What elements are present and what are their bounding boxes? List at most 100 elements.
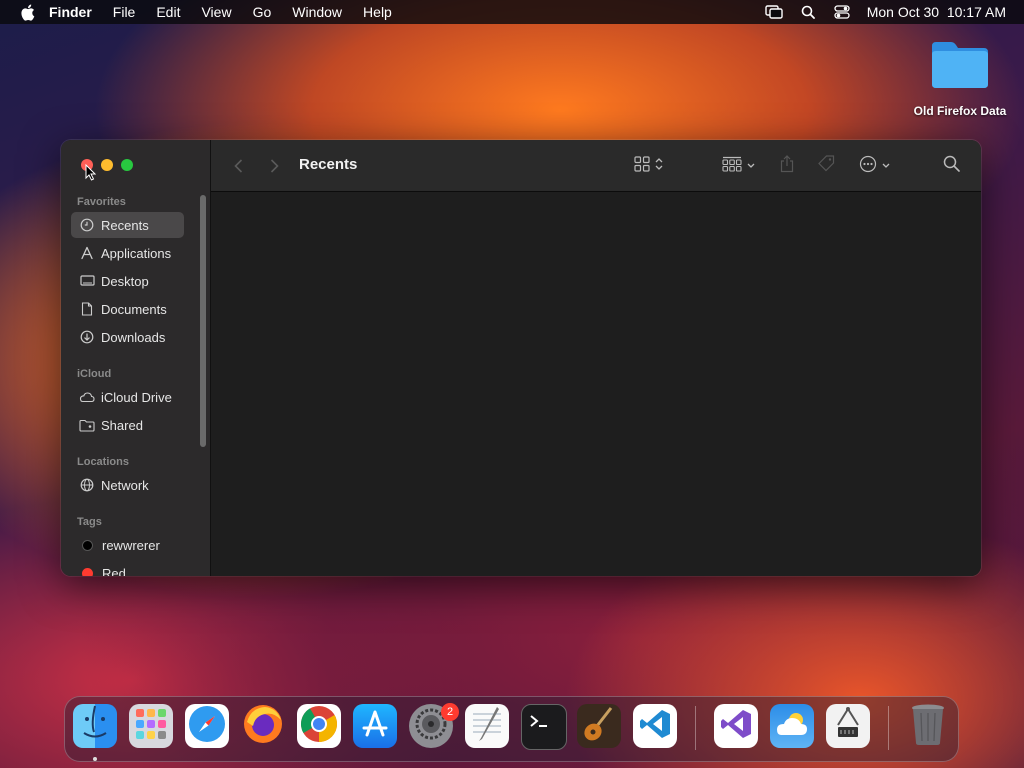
tag-color-dot xyxy=(82,539,93,551)
sidebar-item-tag-red[interactable]: Red xyxy=(71,560,184,576)
guitar-icon xyxy=(579,704,619,748)
sidebar-item-label: Documents xyxy=(101,301,167,317)
sidebar-item-desktop[interactable]: Desktop xyxy=(71,268,184,294)
grid-view-icon xyxy=(634,155,650,177)
apple-menu-icon[interactable] xyxy=(17,2,37,22)
weather-cloud-icon xyxy=(773,709,811,744)
dock-app-textedit[interactable] xyxy=(465,704,509,748)
dock-separator xyxy=(695,706,696,750)
maximize-window-button[interactable] xyxy=(121,159,133,171)
clock-icon xyxy=(79,217,95,233)
sidebar-item-shared[interactable]: Shared xyxy=(71,412,184,438)
menu-bar: Finder File Edit View Go Window Help Mon… xyxy=(0,0,1024,24)
sidebar-item-label: rewwrerer xyxy=(102,537,160,553)
compass-icon xyxy=(187,704,227,748)
sidebar-item-label: Desktop xyxy=(101,273,149,289)
sidebar-scrollbar[interactable] xyxy=(200,195,206,447)
sidebar-item-label: iCloud Drive xyxy=(101,389,172,405)
group-grid-icon xyxy=(722,156,742,177)
firefox-icon xyxy=(241,704,285,748)
more-actions-button[interactable] xyxy=(859,155,891,177)
back-button[interactable] xyxy=(228,156,248,176)
menu-app-finder[interactable]: Finder xyxy=(49,4,92,20)
menu-edit[interactable]: Edit xyxy=(156,4,180,20)
desktop-folder-label: Old Firefox Data xyxy=(913,104,1007,118)
menu-file[interactable]: File xyxy=(113,4,136,20)
shared-folder-icon xyxy=(79,417,95,433)
sidebar-item-documents[interactable]: Documents xyxy=(71,296,184,322)
sidebar-item-recents[interactable]: Recents xyxy=(71,212,184,238)
dock-app-app-store[interactable] xyxy=(353,704,397,748)
menubar-clock[interactable]: Mon Oct 30 10:17 AM xyxy=(867,4,1006,20)
dock-app-safari[interactable] xyxy=(185,704,229,748)
tag-button[interactable] xyxy=(817,154,835,178)
chevron-up-down-icon xyxy=(654,157,664,176)
sidebar-item-label: Recents xyxy=(101,217,149,233)
launchpad-grid-icon xyxy=(133,706,169,747)
dock-app-vscode[interactable] xyxy=(633,704,677,748)
finder-sidebar: Favorites Recents Applications Desktop D… xyxy=(61,140,211,576)
dock-app-launchpad[interactable] xyxy=(129,704,173,748)
control-center-icon[interactable] xyxy=(833,3,851,21)
sidebar-item-label: Network xyxy=(101,477,149,493)
dock-app-firefox[interactable] xyxy=(241,704,285,748)
sidebar-item-label: Applications xyxy=(101,245,172,261)
menu-go[interactable]: Go xyxy=(253,4,272,20)
dock-app-garageband[interactable] xyxy=(577,704,621,748)
menu-window[interactable]: Window xyxy=(292,4,342,20)
dock-app-finder[interactable] xyxy=(73,704,117,748)
visual-studio-icon xyxy=(719,707,753,746)
sidebar-item-network[interactable]: Network xyxy=(71,472,184,498)
sidebar-heading-favorites: Favorites xyxy=(77,196,126,208)
share-icon xyxy=(779,154,795,178)
dock-trash[interactable] xyxy=(906,704,950,748)
menu-view[interactable]: View xyxy=(201,4,231,20)
dock-app-weather[interactable] xyxy=(770,704,814,748)
dock xyxy=(64,696,959,762)
finder-toolbar: Recents xyxy=(211,140,981,192)
screen-mirroring-icon[interactable] xyxy=(765,3,783,21)
applications-icon xyxy=(79,245,95,261)
globe-icon xyxy=(79,477,95,493)
textedit-icon xyxy=(467,704,507,748)
sidebar-item-tag-rewwrerer[interactable]: rewwrerer xyxy=(71,532,184,558)
dock-separator xyxy=(888,706,889,750)
dock-app-terminal[interactable] xyxy=(521,704,567,750)
tag-icon xyxy=(817,154,835,178)
view-mode-button[interactable] xyxy=(634,155,664,177)
search-button[interactable] xyxy=(943,155,960,177)
chrome-icon xyxy=(299,704,339,748)
folder-icon xyxy=(929,38,991,90)
download-icon xyxy=(79,329,95,345)
notification-badge: 2 xyxy=(441,703,459,721)
sidebar-item-label: Shared xyxy=(101,417,143,433)
search-icon xyxy=(943,155,960,177)
ellipsis-circle-icon xyxy=(859,155,877,178)
cloud-icon xyxy=(79,389,95,405)
sidebar-item-icloud-drive[interactable]: iCloud Drive xyxy=(71,384,184,410)
minimize-window-button[interactable] xyxy=(101,159,113,171)
finder-icon xyxy=(73,704,117,748)
file-list-area[interactable] xyxy=(211,192,981,576)
desktop-folder-old-firefox-data[interactable]: Old Firefox Data xyxy=(905,38,1015,118)
system-information-icon xyxy=(829,705,867,748)
vscode-icon xyxy=(638,707,672,746)
terminal-icon xyxy=(527,710,561,745)
app-running-indicator xyxy=(93,757,97,761)
dock-app-chrome[interactable] xyxy=(297,704,341,748)
spotlight-search-icon[interactable] xyxy=(799,3,817,21)
forward-button[interactable] xyxy=(264,156,284,176)
sidebar-item-applications[interactable]: Applications xyxy=(71,240,184,266)
dock-app-visual-studio[interactable] xyxy=(714,704,758,748)
menu-help[interactable]: Help xyxy=(363,4,392,20)
sidebar-item-downloads[interactable]: Downloads xyxy=(71,324,184,350)
desktop-icon xyxy=(79,273,95,289)
dock-app-system-information[interactable] xyxy=(826,704,870,748)
trash-icon xyxy=(909,704,947,748)
tag-color-dot xyxy=(82,567,93,576)
finder-window: Favorites Recents Applications Desktop D… xyxy=(61,140,981,576)
share-button[interactable] xyxy=(779,154,795,178)
group-by-button[interactable] xyxy=(722,155,756,177)
document-icon xyxy=(79,301,95,317)
sidebar-item-label: Red xyxy=(102,565,126,577)
